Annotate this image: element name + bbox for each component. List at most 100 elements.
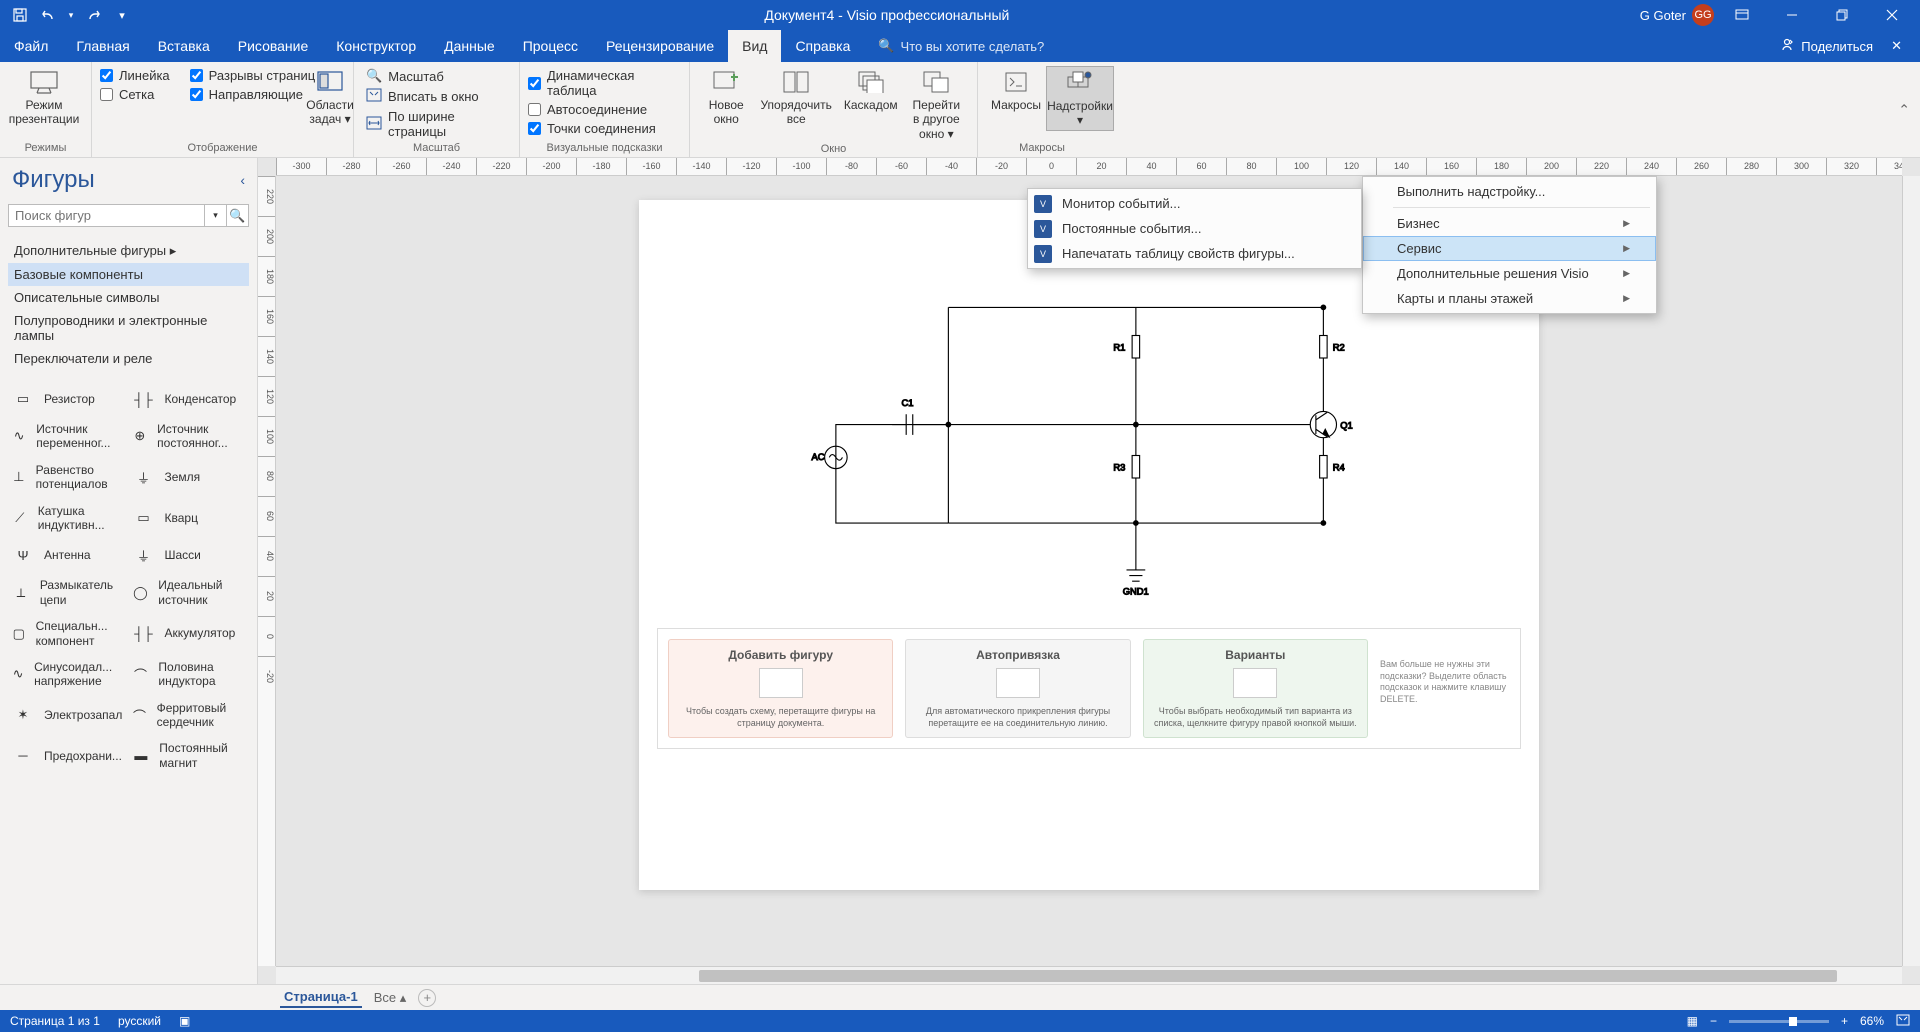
shapes-search-input[interactable]: [8, 204, 205, 227]
menu-run-addin[interactable]: Выполнить надстройку...: [1363, 179, 1656, 204]
guides-checkbox[interactable]: Направляющие: [190, 85, 316, 104]
tab-review[interactable]: Рецензирование: [592, 30, 728, 62]
view-normal-icon[interactable]: ▦: [1687, 1014, 1698, 1028]
menu-event-monitor[interactable]: VМонитор событий...: [1028, 191, 1361, 216]
user-name[interactable]: G Goter: [1640, 8, 1686, 23]
shape-item[interactable]: ⌒Ферритовый сердечник: [129, 695, 250, 736]
close-pane-icon[interactable]: ✕: [1891, 38, 1902, 54]
user-avatar[interactable]: GG: [1692, 4, 1714, 26]
menu-service[interactable]: Сервис▶: [1363, 236, 1656, 261]
save-icon[interactable]: [8, 3, 32, 27]
new-window-button[interactable]: Новое окно: [698, 66, 754, 143]
shape-item[interactable]: ⟋Катушка индуктивн...: [8, 498, 129, 539]
zoom-in-icon[interactable]: +: [1841, 1014, 1848, 1028]
share-button[interactable]: Поделиться: [1779, 37, 1873, 56]
close-icon[interactable]: [1870, 0, 1914, 30]
tab-process[interactable]: Процесс: [509, 30, 592, 62]
ruler-checkbox[interactable]: Линейка: [100, 66, 170, 85]
tab-insert[interactable]: Вставка: [144, 30, 224, 62]
macros-button[interactable]: Макросы: [986, 66, 1046, 131]
tab-data[interactable]: Данные: [430, 30, 509, 62]
menu-business[interactable]: Бизнес▶: [1363, 211, 1656, 236]
breaks-checkbox[interactable]: Разрывы страниц: [190, 66, 316, 85]
dyngrid-checkbox[interactable]: Динамическая таблица: [528, 66, 681, 100]
svg-text:R3: R3: [1113, 463, 1125, 473]
stencil-descriptive[interactable]: Описательные символы: [8, 286, 249, 309]
zoom-slider[interactable]: [1729, 1020, 1829, 1023]
shape-item[interactable]: ─Предохрани...: [8, 735, 129, 776]
menu-print-props[interactable]: VНапечатать таблицу свойств фигуры...: [1028, 241, 1361, 266]
arrange-all-button[interactable]: Упорядочить все: [754, 66, 837, 143]
maximize-icon[interactable]: [1820, 0, 1864, 30]
menu-more-visio[interactable]: Дополнительные решения Visio▶: [1363, 261, 1656, 286]
add-page-icon[interactable]: +: [418, 989, 436, 1007]
menu-persistent-events[interactable]: VПостоянные события...: [1028, 216, 1361, 241]
undo-icon[interactable]: [36, 3, 60, 27]
conpoints-checkbox[interactable]: Точки соединения: [528, 119, 681, 138]
cascade-button[interactable]: Каскадом: [838, 66, 904, 143]
zoom-level[interactable]: 66%: [1860, 1014, 1884, 1028]
taskpanes-button[interactable]: Области задач ▾: [302, 66, 358, 129]
shape-item[interactable]: ✶Электрозапал: [8, 695, 129, 736]
shape-item[interactable]: ⌒Половина индуктора: [129, 654, 250, 695]
zoom-out-icon[interactable]: −: [1710, 1014, 1717, 1028]
tab-help[interactable]: Справка: [781, 30, 864, 62]
tab-home[interactable]: Главная: [62, 30, 143, 62]
shape-item[interactable]: ∿Синусоидал... напряжение: [8, 654, 129, 695]
stencil-basic[interactable]: Базовые компоненты: [8, 263, 249, 286]
menu-maps[interactable]: Карты и планы этажей▶: [1363, 286, 1656, 311]
fit-page-icon[interactable]: [1896, 1014, 1910, 1029]
grid-checkbox[interactable]: Сетка: [100, 85, 170, 104]
shape-item[interactable]: ⟂Размыкатель цепи: [8, 572, 129, 613]
tip-add-shape[interactable]: Добавить фигуруЧтобы создать схему, пере…: [668, 639, 893, 738]
search-dropdown-icon[interactable]: ▾: [205, 204, 227, 227]
shape-item[interactable]: ┤├Конденсатор: [129, 382, 250, 416]
minimize-icon[interactable]: [1770, 0, 1814, 30]
undo-dropdown-icon[interactable]: ▾: [64, 3, 78, 27]
status-lang[interactable]: русский: [118, 1014, 161, 1028]
tip-variants[interactable]: ВариантыЧтобы выбрать необходимый тип ва…: [1143, 639, 1368, 738]
shape-item[interactable]: ▭Кварц: [129, 498, 250, 539]
shape-item[interactable]: ▬Постоянный магнит: [129, 735, 250, 776]
canvas[interactable]: -300-280-260-240-220-200-180-160-140-120…: [258, 158, 1920, 984]
tab-file[interactable]: Файл: [0, 30, 62, 62]
tip-autosnap[interactable]: АвтопривязкаДля автоматического прикрепл…: [905, 639, 1130, 738]
switch-window-button[interactable]: Перейти в другое окно ▾: [904, 66, 969, 143]
stencil-switches[interactable]: Переключатели и реле: [8, 347, 249, 370]
panel-collapse-icon[interactable]: ‹: [240, 172, 245, 188]
shape-item[interactable]: ⏚Земля: [129, 457, 250, 498]
shape-item[interactable]: ⏚Шасси: [129, 538, 250, 572]
shape-item[interactable]: ▭Резистор: [8, 382, 129, 416]
autoconnect-checkbox[interactable]: Автосоединение: [528, 100, 681, 119]
search-go-icon[interactable]: 🔍: [227, 204, 249, 227]
status-page[interactable]: Страница 1 из 1: [10, 1014, 100, 1028]
tab-view[interactable]: Вид: [728, 30, 781, 62]
macro-record-icon[interactable]: ▣: [179, 1014, 190, 1028]
addins-button[interactable]: Надстройки▾: [1046, 66, 1114, 131]
stencil-more[interactable]: Дополнительные фигуры ▸: [8, 239, 249, 263]
shape-item[interactable]: ┤├Аккумулятор: [129, 613, 250, 654]
shape-item[interactable]: ◯Идеальный источник: [129, 572, 250, 613]
page-width-button[interactable]: По ширине страницы: [362, 107, 511, 141]
tab-design[interactable]: Конструктор: [322, 30, 430, 62]
page-tab-1[interactable]: Страница-1: [280, 987, 362, 1008]
shape-item[interactable]: ⊥Равенство потенциалов: [8, 457, 129, 498]
horizontal-scrollbar[interactable]: [276, 966, 1902, 984]
vertical-scrollbar[interactable]: [1902, 176, 1920, 966]
collapse-ribbon-icon[interactable]: ⌃: [1898, 101, 1910, 118]
tab-draw[interactable]: Рисование: [224, 30, 323, 62]
shape-item[interactable]: ⊕Источник постоянног...: [129, 416, 250, 457]
page-tab-all[interactable]: Все ▴: [374, 990, 407, 1006]
qat-dropdown-icon[interactable]: ▾: [110, 3, 134, 27]
redo-icon[interactable]: [82, 3, 106, 27]
ribbon-display-icon[interactable]: [1720, 0, 1764, 30]
shape-item[interactable]: ΨАнтенна: [8, 538, 129, 572]
shape-item[interactable]: ∿Источник переменног...: [8, 416, 129, 457]
circuit-schematic[interactable]: AC C1 R1 R3 R2 R4: [779, 298, 1399, 598]
shape-item[interactable]: ▢Специальн... компонент: [8, 613, 129, 654]
presentation-mode-button[interactable]: Режим презентации: [8, 66, 80, 129]
stencil-semiconductors[interactable]: Полупроводники и электронные лампы: [8, 309, 249, 347]
zoom-scale-button[interactable]: 🔍Масштаб: [362, 66, 511, 86]
tell-me-search[interactable]: 🔍 Что вы хотите сделать?: [878, 30, 1044, 62]
fit-window-button[interactable]: Вписать в окно: [362, 86, 511, 107]
